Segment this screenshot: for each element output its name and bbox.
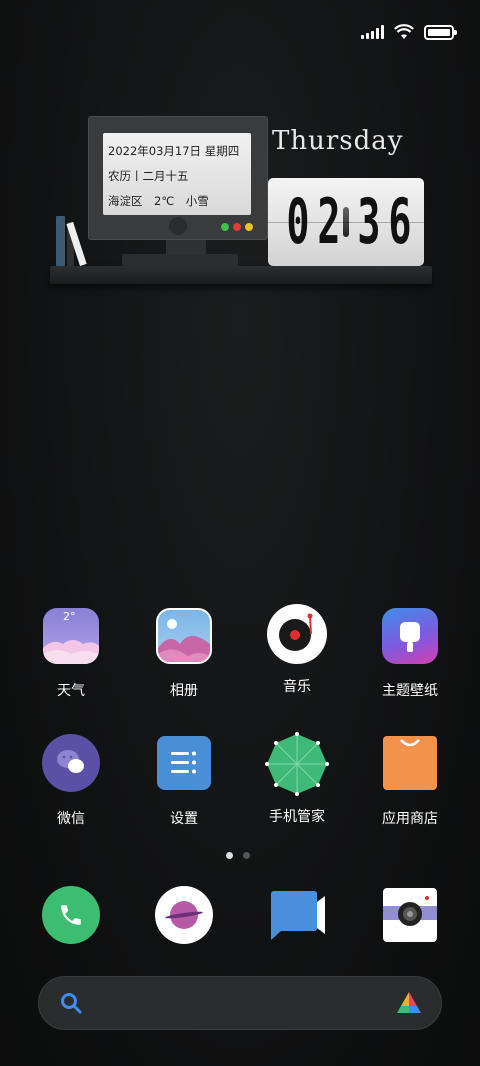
messages-icon	[267, 888, 327, 944]
app-weather[interactable]: 2° 天气	[21, 608, 121, 700]
dock-camera[interactable]	[360, 888, 460, 942]
app-label: 主题壁纸	[382, 683, 438, 699]
settings-icon	[157, 736, 211, 790]
weather-text: 海淀区 2℃ 小雪	[108, 194, 209, 208]
clock-separator	[343, 207, 349, 237]
app-security[interactable]: 手机管家	[247, 732, 347, 826]
dock-messages[interactable]	[247, 888, 347, 944]
clock-digit: 6	[388, 185, 412, 258]
weather-temp-badge: 2°	[63, 610, 76, 623]
day-name: Thursday	[272, 126, 404, 156]
wechat-icon	[42, 734, 100, 792]
app-themes[interactable]: 主题壁纸	[360, 608, 460, 700]
app-store[interactable]: 应用商店	[360, 736, 460, 828]
monitor-knob	[169, 217, 187, 235]
search-icon	[61, 993, 82, 1014]
app-label: 音乐	[283, 679, 311, 695]
monitor-leds	[221, 223, 253, 231]
lunar-date-text: 农历丨二月十五	[108, 169, 189, 183]
weather-icon: 2°	[43, 608, 99, 664]
themes-icon	[382, 608, 438, 664]
camera-icon	[383, 888, 437, 942]
monitor-base	[122, 254, 238, 266]
app-label: 微信	[57, 811, 85, 827]
security-icon	[265, 732, 329, 796]
flip-clock: 0 2 3 6	[268, 178, 424, 266]
app-label: 天气	[57, 683, 85, 699]
battery-icon	[424, 24, 457, 40]
phone-icon	[42, 886, 100, 944]
page-indicator	[226, 852, 250, 859]
music-icon	[267, 604, 327, 664]
app-label: 应用商店	[382, 811, 438, 827]
app-label: 相册	[170, 683, 198, 699]
search-bar[interactable]	[38, 976, 442, 1030]
dock-phone[interactable]	[21, 886, 121, 944]
wifi-icon	[394, 24, 414, 39]
signal-icon	[361, 25, 384, 39]
book	[56, 216, 65, 266]
app-label: 手机管家	[269, 809, 325, 825]
app-store-icon	[383, 736, 437, 790]
clock-digit: 0	[286, 185, 310, 258]
dock-browser[interactable]	[134, 886, 234, 944]
monitor-stand	[166, 240, 206, 254]
app-music[interactable]: 音乐	[247, 604, 347, 696]
shelf	[50, 266, 432, 284]
monitor: 2022年03月17日 星期四 农历丨二月十五 海淀区 2℃ 小雪	[88, 116, 268, 240]
gallery-icon	[156, 608, 212, 664]
browser-icon	[155, 886, 213, 944]
page-dot	[243, 852, 250, 859]
app-label: 设置	[170, 811, 198, 827]
page-dot-active	[226, 852, 233, 859]
desk-clock-widget[interactable]: 2022年03月17日 星期四 农历丨二月十五 海淀区 2℃ 小雪 Thursd…	[48, 112, 434, 288]
app-settings[interactable]: 设置	[134, 736, 234, 828]
date-text: 2022年03月17日 星期四	[108, 144, 240, 158]
clock-digit: 2	[317, 185, 341, 258]
app-wechat[interactable]: 微信	[21, 734, 121, 828]
status-bar	[361, 20, 457, 44]
assistant-icon[interactable]	[395, 990, 423, 1016]
monitor-screen: 2022年03月17日 星期四 农历丨二月十五 海淀区 2℃ 小雪	[103, 133, 251, 215]
app-gallery[interactable]: 相册	[134, 608, 234, 700]
clock-digit: 3	[357, 185, 381, 258]
